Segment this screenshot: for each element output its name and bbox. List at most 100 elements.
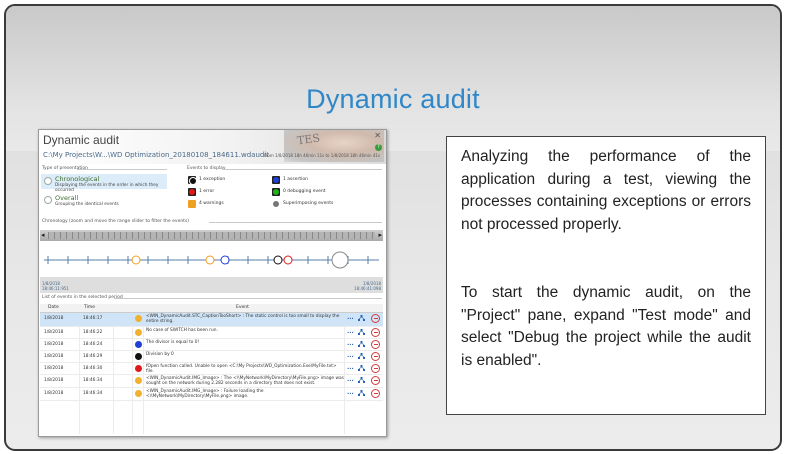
row-event: <WIN_DynamicAudit.IMG_Image> : Failure l… bbox=[146, 388, 264, 399]
checkbox-icon[interactable] bbox=[188, 188, 196, 196]
event-type-icon bbox=[135, 341, 142, 348]
timeline-end: 1/8/2018 18:46:41:098 bbox=[354, 281, 381, 291]
table-row[interactable]: 1/8/2018 18:46:34 <WIN_DynamicAudit.IMG_Im… bbox=[40, 375, 383, 388]
timeline-marker-assertion bbox=[220, 255, 230, 265]
event-type-icon bbox=[135, 353, 142, 360]
more-button[interactable]: ... bbox=[347, 376, 354, 383]
event-filter-warnings[interactable]: 4 warnings bbox=[188, 200, 268, 208]
divider bbox=[77, 169, 167, 170]
slide-title: Dynamic audit bbox=[306, 84, 480, 114]
debugging-icon bbox=[273, 189, 279, 195]
presentation-label: Overall bbox=[55, 194, 79, 202]
help-icon[interactable]: ? bbox=[375, 144, 382, 151]
more-button[interactable]: ... bbox=[347, 314, 354, 321]
list-header: List of events in the selected period bbox=[42, 295, 123, 300]
row-time: 18:46:22 bbox=[83, 330, 103, 335]
event-filter-debugging[interactable]: 0 debugging event bbox=[272, 188, 352, 196]
event-type-icon bbox=[135, 390, 142, 397]
events-table: Date Time Event 1/8/2018 18:46:17 <WIN_Dyn… bbox=[40, 304, 383, 434]
more-button[interactable]: ... bbox=[347, 352, 354, 359]
exception-icon bbox=[189, 177, 197, 185]
row-time: 18:46:30 bbox=[83, 366, 103, 371]
network-icon[interactable] bbox=[358, 315, 365, 321]
network-icon[interactable] bbox=[358, 329, 365, 335]
row-event: fOpen function called. Unable to open <C… bbox=[146, 363, 337, 374]
timeline-marker-warning bbox=[131, 255, 141, 265]
range-slider[interactable]: ◂ ▸ bbox=[40, 230, 383, 241]
more-button[interactable]: ... bbox=[347, 328, 354, 335]
slider-right-handle-icon[interactable]: ▸ bbox=[378, 231, 382, 239]
remove-icon[interactable] bbox=[371, 352, 380, 361]
event-filter-assertion[interactable]: 1 assertion bbox=[272, 176, 352, 184]
divider bbox=[222, 169, 382, 170]
event-filter-label: 1 exception bbox=[199, 177, 226, 182]
table-row[interactable]: 1/8/2018 18:46:22 No case of SWITCH has be… bbox=[40, 327, 383, 339]
column-header-time[interactable]: Time bbox=[84, 304, 95, 312]
radio-icon[interactable] bbox=[44, 177, 52, 185]
timeline-marker-warning bbox=[205, 255, 215, 265]
event-filter-exception[interactable]: 1 exception bbox=[188, 176, 268, 185]
column-header-event[interactable]: Event bbox=[236, 304, 249, 312]
presentation-overall[interactable]: Overall Grouping the identical events bbox=[41, 193, 167, 208]
audit-file-path: C:\My Projects\W...\WD Optimization_2018… bbox=[43, 151, 270, 159]
network-icon[interactable] bbox=[358, 390, 365, 396]
remove-icon[interactable] bbox=[371, 314, 380, 323]
network-icon[interactable] bbox=[358, 341, 365, 347]
event-filter-label: 4 warnings bbox=[199, 201, 224, 206]
row-event: No case of SWITCH has been run. bbox=[146, 327, 218, 333]
remove-icon[interactable] bbox=[371, 364, 380, 373]
range-slider-track[interactable] bbox=[48, 232, 375, 239]
more-button[interactable]: ... bbox=[347, 389, 354, 396]
description-paragraph-2: To start the dynamic audit, on the "Proj… bbox=[461, 284, 751, 369]
row-time: 18:46:24 bbox=[83, 342, 103, 347]
event-type-icon bbox=[135, 329, 142, 336]
table-row[interactable]: 1/8/2018 18:46:34 <WIN_DynamicAudit.IMG_Im… bbox=[40, 388, 383, 401]
close-icon[interactable]: ✕ bbox=[374, 131, 381, 140]
window-header: TES Dynamic audit ✕ ? C:\My Projects\W..… bbox=[39, 130, 386, 164]
presentation-desc: Grouping the identical events bbox=[55, 202, 119, 207]
slider-left-handle-icon[interactable]: ◂ bbox=[41, 231, 45, 239]
radio-icon[interactable] bbox=[44, 196, 52, 204]
table-row[interactable]: 1/8/2018 18:46:29 Division by 0... bbox=[40, 351, 383, 363]
timeline-start-time: 18:46:11:951 bbox=[42, 286, 69, 291]
event-filter-label: 0 debugging event bbox=[283, 189, 326, 194]
event-type-icon bbox=[135, 315, 142, 322]
row-date: 1/8/2018 bbox=[44, 354, 64, 359]
checkbox-icon[interactable] bbox=[188, 176, 197, 185]
timeline-marker-exception bbox=[273, 255, 283, 265]
superimposing-icon bbox=[272, 200, 280, 208]
table-row[interactable]: 1/8/2018 18:46:24 The divisor is equal to … bbox=[40, 339, 383, 351]
slide: Dynamic audit TES Dynamic audit ✕ ? C:\M… bbox=[4, 4, 782, 451]
timeline-scale: 1/8/2018 18:46:11:951 1/8/2018 18:46:41:09… bbox=[40, 277, 383, 293]
remove-icon[interactable] bbox=[371, 389, 380, 398]
row-event: <WIN_DynamicAudit.IMG_Image> : The <\\My… bbox=[146, 375, 344, 386]
row-time: 18:46:34 bbox=[83, 391, 103, 396]
remove-icon[interactable] bbox=[371, 376, 380, 385]
remove-icon[interactable] bbox=[371, 340, 380, 349]
timeline-marker-error bbox=[283, 255, 293, 265]
event-filter-superimposing[interactable]: Superimposing events bbox=[272, 200, 352, 208]
audit-time-range: From 1/8/2018 18h 46min 11s to 1/8/2018 … bbox=[263, 153, 380, 158]
network-icon[interactable] bbox=[358, 377, 365, 383]
remove-icon[interactable] bbox=[371, 328, 380, 337]
warning-icon[interactable] bbox=[188, 200, 196, 208]
presentation-label: Chronological bbox=[55, 175, 100, 183]
presentation-chronological[interactable]: Chronological Displaying the events in t… bbox=[41, 174, 167, 193]
network-icon[interactable] bbox=[358, 365, 365, 371]
event-filter-error[interactable]: 1 error bbox=[188, 188, 268, 196]
assertion-icon bbox=[273, 177, 279, 183]
row-date: 1/8/2018 bbox=[44, 342, 64, 347]
row-date: 1/8/2018 bbox=[44, 391, 64, 396]
row-date: 1/8/2018 bbox=[44, 316, 64, 321]
table-row[interactable]: 1/8/2018 18:46:17 <WIN_DynamicAudit.STC_Ca… bbox=[40, 313, 383, 327]
checkbox-icon[interactable] bbox=[272, 188, 280, 196]
event-filter-label: Superimposing events bbox=[283, 201, 334, 206]
row-date: 1/8/2018 bbox=[44, 330, 64, 335]
table-row[interactable]: 1/8/2018 18:46:30 fOpen function called. U… bbox=[40, 363, 383, 375]
more-button[interactable]: ... bbox=[347, 364, 354, 371]
network-icon[interactable] bbox=[358, 353, 365, 359]
more-button[interactable]: ... bbox=[347, 340, 354, 347]
column-header-date[interactable]: Date bbox=[48, 304, 59, 312]
description-paragraph-1: Analyzing the performance of the applica… bbox=[461, 148, 751, 233]
checkbox-icon[interactable] bbox=[272, 176, 280, 184]
